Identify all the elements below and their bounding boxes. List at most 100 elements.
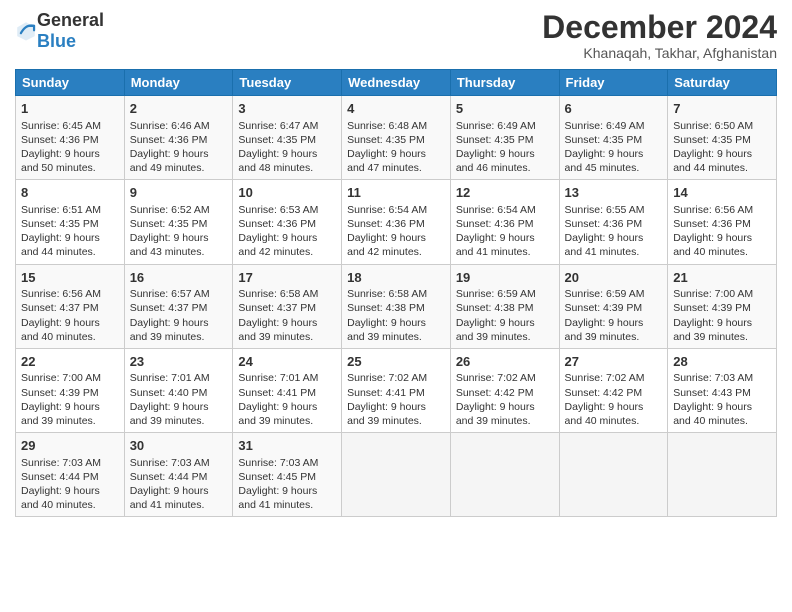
calendar-cell: 29Sunrise: 7:03 AMSunset: 4:44 PMDayligh… — [16, 433, 125, 517]
daylight-text: Daylight: 9 hours and 40 minutes. — [673, 232, 752, 258]
sunset-text: Sunset: 4:44 PM — [130, 471, 208, 483]
calendar-cell: 13Sunrise: 6:55 AMSunset: 4:36 PMDayligh… — [559, 180, 668, 264]
daylight-text: Daylight: 9 hours and 42 minutes. — [347, 232, 426, 258]
calendar-cell: 30Sunrise: 7:03 AMSunset: 4:44 PMDayligh… — [124, 433, 233, 517]
calendar-week-row: 22Sunrise: 7:00 AMSunset: 4:39 PMDayligh… — [16, 348, 777, 432]
calendar-cell: 21Sunrise: 7:00 AMSunset: 4:39 PMDayligh… — [668, 264, 777, 348]
calendar-cell: 2 Sunrise: 6:46 AM Sunset: 4:36 PM Daylight… — [124, 96, 233, 180]
calendar-cell: 1Sunrise: 6:45 AMSunset: 4:36 PMDaylight… — [16, 96, 125, 180]
calendar-cell: 11Sunrise: 6:54 AMSunset: 4:36 PMDayligh… — [342, 180, 451, 264]
calendar-cell: 17Sunrise: 6:58 AMSunset: 4:37 PMDayligh… — [233, 264, 342, 348]
sunrise-text: Sunrise: 6:59 AM — [456, 288, 536, 300]
day-number: 26 — [456, 353, 554, 371]
title-block: December 2024 Khanaqah, Takhar, Afghanis… — [542, 10, 777, 61]
day-number: 7 — [673, 100, 771, 118]
sunset-text: Sunset: 4:35 PM — [21, 218, 99, 230]
day-number: 4 — [347, 100, 445, 118]
day-number: 21 — [673, 269, 771, 287]
daylight-text: Daylight: 9 hours and 43 minutes. — [130, 232, 209, 258]
daylight-text: Daylight: 9 hours and 46 minutes. — [456, 148, 535, 174]
sunset-text: Sunset: 4:35 PM — [673, 134, 751, 146]
sunset-text: Sunset: 4:36 PM — [21, 134, 99, 146]
sunrise-text: Sunrise: 6:49 AM — [456, 120, 536, 132]
calendar-cell: 15Sunrise: 6:56 AMSunset: 4:37 PMDayligh… — [16, 264, 125, 348]
calendar-cell: 19Sunrise: 6:59 AMSunset: 4:38 PMDayligh… — [450, 264, 559, 348]
sunset-text: Sunset: 4:41 PM — [347, 387, 425, 399]
sunset-text: Sunset: 4:36 PM — [130, 134, 208, 146]
location-subtitle: Khanaqah, Takhar, Afghanistan — [542, 45, 777, 61]
sunset-text: Sunset: 4:44 PM — [21, 471, 99, 483]
daylight-text: Daylight: 9 hours and 39 minutes. — [347, 401, 426, 427]
calendar-cell: 10Sunrise: 6:53 AMSunset: 4:36 PMDayligh… — [233, 180, 342, 264]
sunset-text: Sunset: 4:35 PM — [238, 134, 316, 146]
calendar-cell: 20Sunrise: 6:59 AM Sunset: 4:39 PM Dayligh… — [559, 264, 668, 348]
sunrise-text: Sunrise: 6:51 AM — [21, 204, 101, 216]
daylight-text: Daylight: 9 hours and 42 minutes. — [238, 232, 317, 258]
sunset-text: Sunset: 4:36 PM — [673, 218, 751, 230]
logo: General Blue — [15, 10, 104, 52]
daylight-text: Daylight: 9 hours and 49 minutes. — [130, 148, 209, 174]
calendar-cell: 27Sunrise: 7:02 AMSunset: 4:42 PMDayligh… — [559, 348, 668, 432]
daylight-text: Daylight: 9 hours and 39 minutes. — [456, 401, 535, 427]
sunset-text: Sunset: 4:38 PM — [456, 302, 534, 314]
daylight-text: Daylight: 9 hours and 50 minutes. — [21, 148, 100, 174]
day-number: 15 — [21, 269, 119, 287]
calendar-cell: 16Sunrise: 6:57 AMSunset: 4:37 PMDayligh… — [124, 264, 233, 348]
daylight-text: Daylight: 9 hours and 40 minutes. — [21, 485, 100, 511]
calendar-cell: 23Sunrise: 7:01 AMSunset: 4:40 PMDayligh… — [124, 348, 233, 432]
daylight-text: Daylight: 9 hours and 44 minutes. — [21, 232, 100, 258]
day-of-week-header: Friday — [559, 70, 668, 96]
day-number: 14 — [673, 184, 771, 202]
calendar-week-row: 15Sunrise: 6:56 AMSunset: 4:37 PMDayligh… — [16, 264, 777, 348]
sunrise-text: Sunrise: 6:54 AM — [347, 204, 427, 216]
daylight-text: Daylight: 9 hours and 39 minutes. — [347, 317, 426, 343]
daylight-text: Daylight: 9 hours and 39 minutes. — [130, 317, 209, 343]
calendar-cell: 4Sunrise: 6:48 AMSunset: 4:35 PMDaylight… — [342, 96, 451, 180]
calendar-week-row: 29 Sunrise: 7:03 AM Sunset: 4:44 PM Dayligh… — [16, 433, 777, 517]
sunset-text: Sunset: 4:39 PM — [21, 387, 99, 399]
day-number: 20 — [565, 269, 663, 287]
day-number: 30 — [130, 437, 228, 455]
sunrise-text: Sunrise: 7:03 AM — [673, 372, 753, 384]
day-number: 16 — [130, 269, 228, 287]
day-of-week-header: Wednesday — [342, 70, 451, 96]
calendar-cell: 3Sunrise: 6:47 AMSunset: 4:35 PMDaylight… — [233, 96, 342, 180]
sunrise-text: Sunrise: 7:02 AM — [565, 372, 645, 384]
sunrise-text: Sunrise: 6:47 AM — [238, 120, 318, 132]
calendar-week-row: 1Sunrise: 6:45 AMSunset: 4:36 PMDaylight… — [16, 96, 777, 180]
daylight-text: Daylight: 9 hours and 41 minutes. — [130, 485, 209, 511]
calendar-cell: 9Sunrise: 6:52 AMSunset: 4:35 PMDaylight… — [124, 180, 233, 264]
day-number: 10 — [238, 184, 336, 202]
sunrise-text: Sunrise: 6:59 AM — [565, 288, 645, 300]
day-number: 1 — [21, 100, 119, 118]
month-title: December 2024 — [542, 10, 777, 45]
calendar-cell: 5Sunrise: 6:49 AMSunset: 4:35 PMDaylight… — [450, 96, 559, 180]
calendar-cell: 12Sunrise: 6:54 AMSunset: 4:36 PMDayligh… — [450, 180, 559, 264]
day-number: 2 — [130, 100, 228, 118]
sunset-text: Sunset: 4:43 PM — [673, 387, 751, 399]
calendar-cell — [450, 433, 559, 517]
sunrise-text: Sunrise: 6:49 AM — [565, 120, 645, 132]
sunrise-text: Sunrise: 7:03 AM — [238, 457, 318, 469]
page-header: General Blue December 2024 Khanaqah, Tak… — [15, 10, 777, 61]
sunrise-text: Sunrise: 6:58 AM — [238, 288, 318, 300]
day-number: 28 — [673, 353, 771, 371]
sunset-text: Sunset: 4:45 PM — [238, 471, 316, 483]
sunrise-text: Sunrise: 7:00 AM — [673, 288, 753, 300]
sunset-text: Sunset: 4:39 PM — [673, 302, 751, 314]
day-number: 25 — [347, 353, 445, 371]
day-number: 29 — [21, 437, 119, 455]
sunset-text: Sunset: 4:39 PM — [565, 302, 643, 314]
sunset-text: Sunset: 4:36 PM — [347, 218, 425, 230]
day-number: 17 — [238, 269, 336, 287]
sunset-text: Sunset: 4:42 PM — [565, 387, 643, 399]
daylight-text: Daylight: 9 hours and 40 minutes. — [673, 401, 752, 427]
calendar-week-row: 8Sunrise: 6:51 AMSunset: 4:35 PMDaylight… — [16, 180, 777, 264]
day-number: 13 — [565, 184, 663, 202]
calendar-cell: 28Sunrise: 7:03 AM Sunset: 4:43 PM Dayligh… — [668, 348, 777, 432]
day-number: 19 — [456, 269, 554, 287]
daylight-text: Daylight: 9 hours and 39 minutes. — [565, 317, 644, 343]
daylight-text: Daylight: 9 hours and 40 minutes. — [21, 317, 100, 343]
sunrise-text: Sunrise: 6:46 AM — [130, 120, 210, 132]
day-number: 18 — [347, 269, 445, 287]
